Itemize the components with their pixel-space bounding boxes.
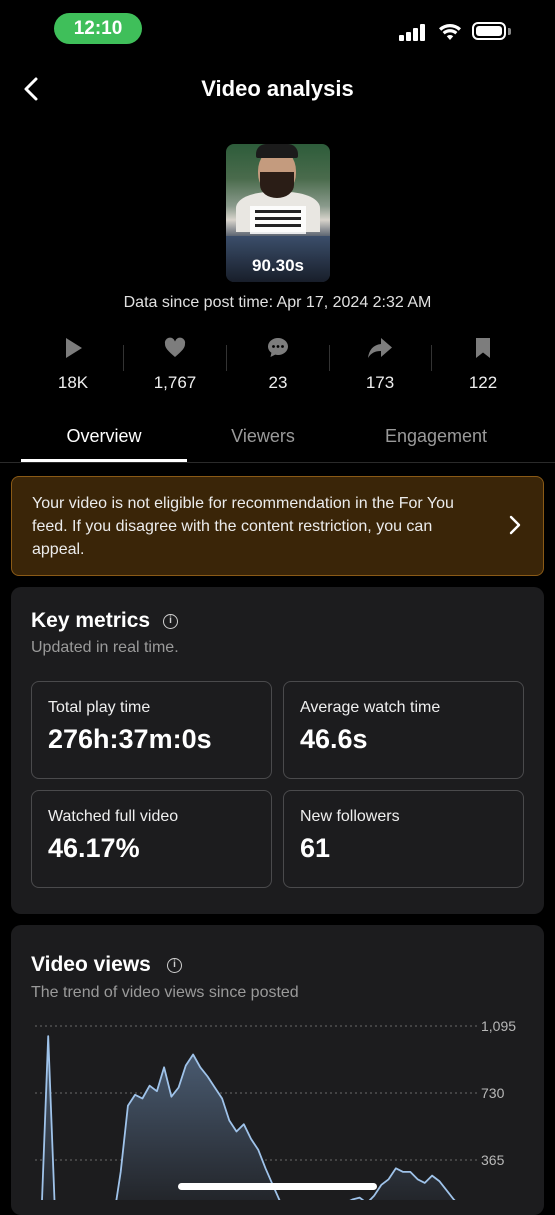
data-since-text: Data since post time: Apr 17, 2024 2:32 … xyxy=(123,294,432,311)
video-views-title: Video views xyxy=(31,953,151,976)
info-icon[interactable]: i xyxy=(163,614,178,629)
wifi-icon xyxy=(439,23,461,40)
info-icon[interactable]: i xyxy=(167,958,182,973)
notice-text: Your video is not eligible for recommend… xyxy=(32,495,454,558)
tab-divider xyxy=(0,462,555,463)
metric-label: New followers xyxy=(300,808,400,825)
metric-label: Average watch time xyxy=(300,699,441,716)
recommendation-notice-banner[interactable]: Your video is not eligible for recommend… xyxy=(11,476,544,576)
comment-icon xyxy=(268,338,288,357)
metric-value: 46.6s xyxy=(300,724,368,754)
metric-value: 61 xyxy=(300,833,331,863)
stat-views: 18K xyxy=(33,336,113,393)
battery-cap xyxy=(508,28,511,35)
stat-shares-value: 173 xyxy=(365,373,395,392)
y-tick-label: 1,095 xyxy=(481,1018,516,1034)
video-views-chart: 1,095 730 365 xyxy=(35,1018,516,1200)
video-views-subtitle: The trend of video views since posted xyxy=(31,984,299,1001)
stat-comments: 23 xyxy=(238,336,318,393)
metric-average-watch-time[interactable]: Average watch time 46.6s xyxy=(283,681,524,779)
metric-watched-full-video[interactable]: Watched full video 46.17% xyxy=(31,790,272,888)
stat-views-value: 18K xyxy=(57,373,89,392)
metric-value: 46.17% xyxy=(48,833,140,863)
stat-saves-value: 122 xyxy=(468,373,498,392)
stat-divider xyxy=(431,345,432,371)
page-title: Video analysis xyxy=(201,76,354,101)
home-indicator xyxy=(178,1183,377,1190)
stat-divider xyxy=(123,345,124,371)
metric-value: 276h:37m:0s xyxy=(48,724,212,754)
key-metrics-card: Key metrics i Updated in real time. Tota… xyxy=(11,587,544,914)
bookmark-icon xyxy=(476,338,490,358)
tab-viewers[interactable]: Viewers xyxy=(180,426,346,447)
views-area xyxy=(42,1036,455,1200)
stat-shares: 173 xyxy=(340,336,420,393)
metric-label: Total play time xyxy=(48,699,151,716)
battery-icon xyxy=(472,22,506,40)
chevron-right-icon xyxy=(509,515,521,535)
stat-divider xyxy=(226,345,227,371)
y-tick-label: 730 xyxy=(481,1085,505,1101)
video-duration: 90.30s xyxy=(252,256,304,275)
metric-label: Watched full video xyxy=(48,808,179,825)
stat-divider xyxy=(329,345,330,371)
stat-saves: 122 xyxy=(443,336,523,393)
tab-overview[interactable]: Overview xyxy=(21,426,187,447)
cellular-signal-icon xyxy=(399,23,427,41)
thumbnail-caption-graphic xyxy=(250,206,306,234)
stat-comments-value: 23 xyxy=(268,373,288,392)
key-metrics-subtitle: Updated in real time. xyxy=(31,639,179,656)
video-thumbnail[interactable]: 90.30s xyxy=(226,144,330,282)
tab-engagement[interactable]: Engagement xyxy=(353,426,519,447)
metric-total-play-time[interactable]: Total play time 276h:37m:0s xyxy=(31,681,272,779)
status-time: 12:10 xyxy=(54,13,142,44)
share-icon xyxy=(368,338,392,358)
stat-likes: 1,767 xyxy=(135,336,215,393)
metric-new-followers[interactable]: New followers 61 xyxy=(283,790,524,888)
heart-icon xyxy=(164,337,186,357)
stat-likes-value: 1,767 xyxy=(153,373,197,392)
play-icon xyxy=(66,338,82,358)
status-bar: 12:10 xyxy=(0,0,555,60)
y-tick-label: 365 xyxy=(481,1152,505,1168)
key-metrics-title: Key metrics xyxy=(31,609,151,632)
